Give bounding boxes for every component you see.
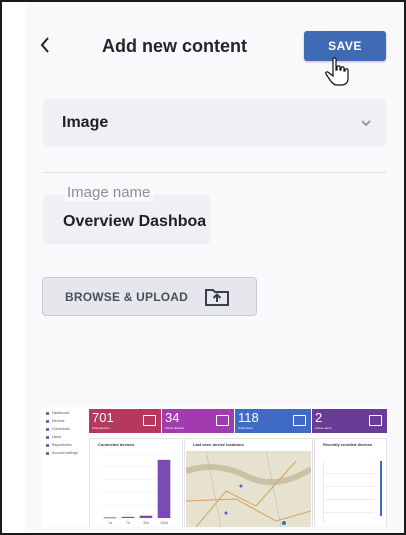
users-icon (293, 415, 306, 426)
browse-upload-label: BROWSE & UPLOAD (65, 289, 188, 304)
cast-icon (216, 415, 229, 426)
kpi-label: Total users (238, 426, 253, 430)
preview-sidebar-item: Repositories (46, 443, 86, 447)
folder-upload-icon (205, 288, 229, 306)
window-frame: Add new content SAVE Image Image name Ov… (0, 0, 406, 535)
kpi-label: Active users (315, 426, 332, 430)
recent-devices-card: Recently enrolled devices (314, 438, 387, 527)
scrollbar (380, 461, 382, 516)
kpi-card: 118 Total users (235, 409, 311, 433)
image-name-field[interactable]: Image name Overview Dashboard (43, 184, 210, 244)
chevron-left-icon (40, 37, 49, 53)
preview-sidebar-item: Devices (46, 419, 86, 423)
chart-tick-label: 1d (108, 521, 112, 525)
divider (43, 172, 386, 173)
kpi-value: 2 (315, 410, 323, 425)
chart-tick-label: 30d (143, 521, 149, 525)
kpi-value: 701 (92, 410, 114, 425)
browse-upload-button[interactable]: BROWSE & UPLOAD (42, 277, 257, 316)
map-card: Last seen device locations (184, 438, 313, 527)
preview-sidebar: Dashboard Devices Commands Users Reposit… (41, 407, 87, 527)
image-name-label: Image name (64, 184, 154, 201)
chart-tick-label: 7d (126, 521, 130, 525)
kpi-card: 34 Active devices (162, 409, 234, 433)
card-title: Recently enrolled devices (323, 442, 373, 447)
content-type-value: Image (62, 114, 109, 131)
recent-devices-list (323, 461, 374, 523)
chart-bar (121, 516, 135, 518)
map-image (186, 451, 311, 527)
kpi-value: 118 (238, 410, 259, 425)
kpi-card: 701 Total devices (89, 409, 161, 433)
device-icon (143, 415, 156, 426)
hand-cursor-icon (325, 57, 349, 86)
kpi-card: 2 Active users (312, 409, 387, 433)
back-button[interactable] (39, 36, 51, 54)
connected-devices-card: Connected devices 1d 7d 30d 100d (89, 438, 183, 527)
chart-bar (103, 517, 117, 519)
content-type-select[interactable]: Image (43, 99, 386, 147)
card-title: Last seen device locations (193, 442, 244, 447)
preview-sidebar-item: Commands (46, 427, 86, 431)
connected-devices-chart: 1d 7d 30d 100d (101, 453, 173, 525)
kpi-label: Total devices (92, 426, 110, 430)
kpi-value: 34 (165, 410, 180, 425)
chart-bar (139, 515, 153, 518)
image-preview: Dashboard Devices Commands Users Reposit… (41, 407, 387, 527)
image-name-value: Overview Dashboard (63, 213, 206, 230)
chart-bar (157, 459, 171, 518)
card-title: Connected devices (98, 442, 135, 447)
chart-tick-label: 100d (160, 521, 168, 525)
chevron-down-icon (361, 120, 371, 127)
preview-sidebar-item: Users (46, 435, 86, 439)
user-icon (369, 415, 382, 426)
preview-sidebar-item: Dashboard (46, 411, 86, 415)
kpi-label: Active devices (165, 426, 185, 430)
preview-sidebar-item: Account settings (46, 451, 86, 455)
page-title: Add new content (102, 36, 247, 56)
